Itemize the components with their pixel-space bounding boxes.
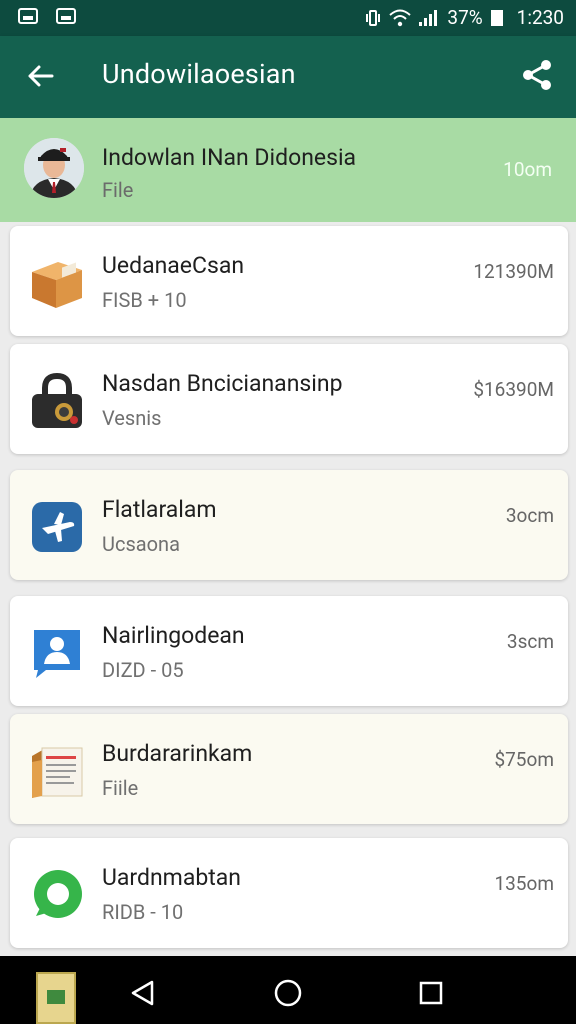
chat-bubble-icon	[34, 870, 82, 918]
lock-icon	[32, 372, 82, 428]
list-item[interactable]: Burdararinkam Fiile $75om	[10, 714, 568, 824]
wifi-icon	[389, 9, 412, 26]
list-item[interactable]: Nairlingodean DIZD - 05 3scm	[10, 596, 568, 706]
system-navigation-bar	[0, 956, 576, 1024]
item-title: Nairlingodean	[102, 622, 245, 649]
share-icon[interactable]	[520, 58, 554, 92]
notification-icon	[18, 8, 38, 24]
item-subtitle: Vesnis	[102, 406, 162, 430]
item-subtitle: File	[102, 178, 134, 202]
list-item[interactable]: Nasdan Bncicianansinp Vesnis $16390M	[10, 344, 568, 454]
item-subtitle: DIZD - 05	[102, 658, 184, 682]
status-bar: 37% 1:230	[0, 0, 576, 36]
item-meta: $75om	[494, 748, 554, 771]
item-meta: 121390M	[473, 260, 554, 283]
item-meta: $16390M	[473, 378, 554, 401]
nav-recents-icon[interactable]	[418, 980, 444, 1006]
contact-icon	[34, 630, 80, 678]
list-item[interactable]: Uardnmabtan RIDB - 10 135om	[10, 838, 568, 948]
item-title: Flatlaralam	[102, 496, 217, 523]
item-meta: 3scm	[506, 630, 554, 653]
airplane-icon	[32, 502, 82, 552]
battery-icon	[490, 9, 503, 26]
item-subtitle: Ucsaona	[102, 532, 180, 556]
item-meta: 10om	[503, 158, 552, 181]
item-subtitle: FISB + 10	[102, 288, 187, 312]
item-title: UedanaeCsan	[102, 252, 245, 279]
item-subtitle: Fiile	[102, 776, 139, 800]
package-icon	[32, 262, 82, 308]
item-title: Indowlan INan Didonesia	[102, 144, 357, 171]
recent-app-thumbnail[interactable]	[36, 972, 76, 1024]
item-title: Burdararinkam	[102, 740, 253, 767]
avatar	[24, 138, 84, 198]
battery-percent: 37%	[447, 6, 483, 29]
vibrate-icon	[366, 9, 381, 26]
clock: 1:230	[516, 6, 564, 29]
app-bar: Undowilaoesian	[0, 36, 576, 118]
back-arrow-icon[interactable]	[24, 60, 56, 92]
nav-back-icon[interactable]	[128, 978, 158, 1008]
nav-home-icon[interactable]	[273, 978, 303, 1008]
item-title: Nasdan Bncicianansinp	[102, 370, 343, 397]
signal-icon	[419, 9, 439, 26]
document-folder-icon	[32, 747, 83, 798]
list-item[interactable]: Flatlaralam Ucsaona 3ocm	[10, 470, 568, 580]
item-subtitle: RIDB - 10	[102, 900, 184, 924]
list-item[interactable]: UedanaeCsan FISB + 10 121390M	[10, 226, 568, 336]
page-title: Undowilaoesian	[102, 58, 296, 90]
item-meta: 135om	[494, 872, 554, 895]
gallery-notification-icon	[56, 8, 76, 24]
highlighted-list-item[interactable]: Indowlan INan Didonesia File 10om	[0, 118, 576, 222]
item-title: Uardnmabtan	[102, 864, 242, 891]
item-meta: 3ocm	[505, 504, 554, 527]
